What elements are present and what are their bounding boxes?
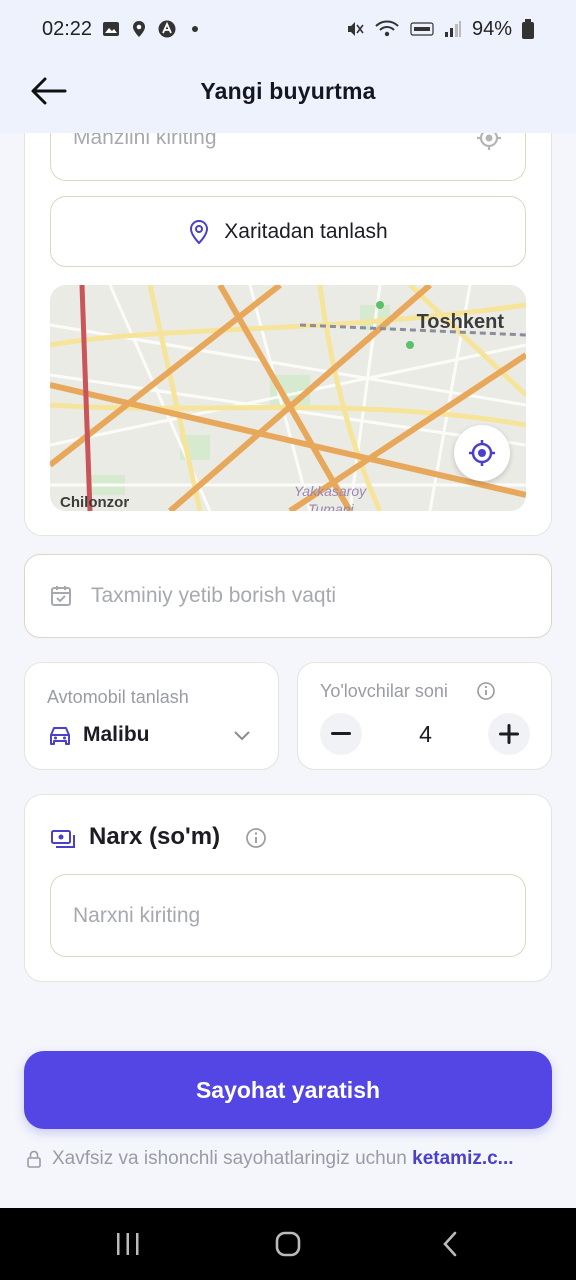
map-view[interactable]: Toshkent Chilonzor Yakkasaroy Tumani: [50, 285, 526, 511]
lock-icon: [27, 1150, 41, 1168]
recent-apps-icon: [117, 1233, 139, 1255]
price-input[interactable]: Narxni kiriting: [50, 874, 526, 957]
dot-icon: [192, 26, 199, 32]
map-city-label: Toshkent: [416, 311, 504, 333]
price-placeholder: Narxni kiriting: [73, 903, 201, 927]
price-title: Narx (so'm): [89, 823, 221, 850]
status-left: 02:22: [42, 18, 204, 41]
create-trip-label: Sayohat yaratish: [195, 1076, 381, 1103]
passengers-label: Yo'lovchilar soni: [320, 681, 448, 701]
increment-button[interactable]: [488, 713, 530, 755]
app-a-icon: [158, 20, 176, 38]
gallery-icon: [103, 22, 120, 36]
status-time: 02:22: [42, 17, 93, 40]
info-icon[interactable]: [245, 827, 267, 849]
calendar-icon: [51, 586, 71, 606]
map-district-left: Chilonzor: [60, 494, 130, 511]
map-district-bottom: Yakkasaroy: [294, 483, 367, 499]
system-nav-bar: [0, 1208, 576, 1280]
money-icon: [51, 830, 75, 848]
status-right: 94%: [346, 18, 534, 41]
passengers-card: Yo'lovchilar soni 4: [297, 662, 552, 770]
home-icon: [275, 1231, 301, 1257]
crosshair-icon: [469, 440, 495, 466]
mute-icon: [347, 22, 364, 36]
wifi-icon: [375, 20, 399, 37]
map-select-button[interactable]: Xaritadan tanlash: [50, 196, 526, 267]
info-icon[interactable]: [476, 681, 496, 701]
security-footnote: Xavfsiz va ishonchli sayohatlaringiz uch…: [26, 1148, 556, 1170]
page-title-overlay: Yangi buyurtma: [200, 78, 376, 104]
map-select-label: Xaritadan tanlash: [224, 219, 388, 243]
footnote-brand-link[interactable]: ketamiz.c...: [412, 1148, 513, 1169]
home-button[interactable]: [268, 1226, 308, 1262]
volte-icon: [410, 22, 434, 36]
arrival-time-placeholder: Taxminiy yetib borish vaqti: [91, 584, 337, 607]
car-select-card[interactable]: Avtomobil tanlash Malibu: [24, 662, 279, 770]
arrival-time-input[interactable]: Taxminiy yetib borish vaqti: [24, 554, 552, 638]
chevron-down-icon: [234, 731, 250, 741]
car-icon: [50, 727, 70, 745]
footnote-text-main: Xavfsiz va ishonchli sayohatlaringiz uch…: [52, 1148, 413, 1169]
map-my-location-button[interactable]: [454, 425, 510, 481]
map-district-bottom-2: Tumani: [308, 501, 354, 511]
location-pin-icon: [133, 21, 146, 37]
chevron-left-icon: [443, 1231, 457, 1257]
status-bar: 02:22 94%: [0, 0, 576, 58]
create-trip-button[interactable]: Sayohat yaratish: [24, 1051, 552, 1129]
plus-icon: [499, 724, 519, 744]
battery-icon: [522, 19, 534, 39]
car-select-label: Avtomobil tanlash: [47, 687, 189, 707]
car-select-value: Malibu: [83, 723, 150, 746]
recent-apps-button[interactable]: [108, 1226, 148, 1262]
battery-percent: 94%: [471, 17, 512, 40]
footnote-text: Xavfsiz va ishonchli sayohatlaringiz uch…: [52, 1148, 514, 1170]
map-pin-icon: [190, 219, 209, 244]
signal-icon: [444, 21, 461, 37]
system-back-button[interactable]: [430, 1226, 470, 1262]
